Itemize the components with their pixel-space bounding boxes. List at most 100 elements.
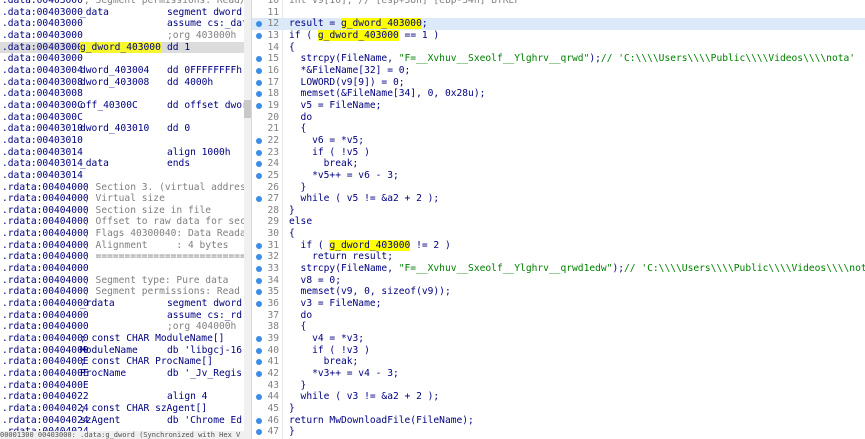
disasm-line[interactable]: .rdata:00404000; Flags 40300040: Data Re…: [0, 228, 244, 240]
pseudocode-line[interactable]: 31 if ( g_dword_403000 != 2 ): [252, 239, 865, 252]
highlighted-identifier[interactable]: g_dword_403000: [317, 29, 399, 41]
pseudocode-line[interactable]: 15 strcpy(FileName, "F=__Xvhuv__Sxeolf__…: [252, 53, 865, 65]
disasm-label[interactable]: ModuleName: [80, 345, 138, 357]
code-text[interactable]: *v5++ = v6 - 3;: [289, 170, 399, 182]
pseudocode-line[interactable]: 10 int v9[10]; // [esp+38h] [ebp-34h] BYR…: [252, 0, 865, 7]
pseudocode-line[interactable]: 34 v8 = 0;: [252, 275, 865, 287]
disasm-line[interactable]: .rdata:00404024 szAgent db 'Chrome Ed: [0, 415, 244, 427]
disasm-line[interactable]: .data:00403008 dword_403008 dd 4000h: [0, 77, 244, 89]
disasm-line[interactable]: .data:00403014 _data ends: [0, 158, 244, 170]
disasm-line[interactable]: .data:00403000; Segment permissions: Rea…: [0, 0, 244, 7]
pseudocode-line[interactable]: 40 if ( !v3 ): [252, 345, 865, 357]
code-text[interactable]: break;: [289, 356, 359, 368]
pseudocode-line[interactable]: 30 {: [252, 228, 865, 240]
code-text[interactable]: memset(v9, 0, sizeof(v9));: [289, 286, 451, 298]
code-text[interactable]: break;: [289, 158, 359, 170]
disasm-label[interactable]: off_40300C: [80, 100, 138, 112]
pseudocode-line[interactable]: 12 result = g_dword_403000;: [252, 18, 865, 30]
code-text[interactable]: if ( g_dword_403000 != 2 ): [289, 239, 451, 252]
code-text[interactable]: while ( v3 != &a2 + 2 );: [289, 391, 440, 403]
disasm-line[interactable]: .data:00403010: [0, 135, 244, 147]
disasm-line[interactable]: .data:00403004 dword_403004 dd 0FFFFFFFFh: [0, 65, 244, 77]
code-text[interactable]: result = g_dword_403000;: [289, 18, 428, 30]
code-text[interactable]: *&FileName[32] = 0;: [289, 65, 411, 77]
code-text[interactable]: v3 = FileName;: [289, 298, 382, 310]
disassembly-view[interactable]: .data:00403000; Segment permissions: Rea…: [0, 0, 244, 431]
disasm-line[interactable]: .rdata:0040400E: [0, 380, 244, 392]
pseudocode-line[interactable]: 25 *v5++ = v6 - 3;: [252, 170, 865, 182]
code-text[interactable]: LOWORD(v9[9]) = 0;: [289, 77, 405, 89]
code-text[interactable]: }: [289, 403, 295, 415]
scrollbar-thumb[interactable]: [244, 100, 251, 118]
code-text[interactable]: v6 = *v5;: [289, 135, 364, 147]
code-text[interactable]: do: [289, 112, 313, 124]
code-text[interactable]: return MwDownloadFile(FileName);: [289, 415, 474, 427]
disasm-line[interactable]: .rdata:00404000; Section size in file: [0, 205, 244, 217]
code-text[interactable]: v8 = 0;: [289, 275, 341, 287]
pseudocode-line[interactable]: 22 v6 = *v5;: [252, 135, 865, 147]
code-text[interactable]: {: [289, 42, 295, 54]
disasm-line[interactable]: .rdata:00404000 ModuleName db 'libgcj-16: [0, 345, 244, 357]
disasm-line[interactable]: .data:00403000 ;org 403000h: [0, 30, 244, 42]
pseudocode-line[interactable]: 28}: [252, 205, 865, 217]
pseudocode-line[interactable]: 19 v5 = FileName;: [252, 100, 865, 112]
disasm-line[interactable]: .data:00403008: [0, 88, 244, 100]
code-text[interactable]: v5 = FileName;: [289, 100, 382, 112]
pseudocode-line[interactable]: 44 while ( v3 != &a2 + 2 );: [252, 391, 865, 403]
disasm-line[interactable]: .rdata:00404000: [0, 263, 244, 275]
code-text[interactable]: }: [289, 380, 307, 392]
disasm-line[interactable]: .rdata:00404000; const CHAR ModuleName[]: [0, 333, 244, 345]
disasm-line[interactable]: .data:00403000: [0, 53, 244, 65]
disasm-label[interactable]: _data: [80, 158, 109, 170]
pseudocode-line[interactable]: 11: [252, 7, 865, 19]
disasm-line[interactable]: .rdata:00404000; Virtual size: [0, 193, 244, 205]
disasm-line[interactable]: .rdata:00404000 ;org 404000h: [0, 321, 244, 333]
pseudocode-line[interactable]: 20 do: [252, 112, 865, 124]
code-text[interactable]: do: [289, 310, 313, 322]
code-text[interactable]: if ( !v3 ): [289, 345, 370, 357]
highlighted-identifier[interactable]: g_dword_403000: [340, 18, 422, 30]
code-text[interactable]: {: [289, 123, 307, 135]
pseudocode-line[interactable]: 39 v4 = *v3;: [252, 333, 865, 345]
pseudocode-line[interactable]: 26 }: [252, 182, 865, 194]
disasm-comment[interactable]: ; const CHAR ProcName[]: [80, 356, 213, 368]
pseudocode-line[interactable]: 24 break;: [252, 158, 865, 170]
code-text[interactable]: int v9[10]; // [esp+38h] [ebp-34h] BYREF: [289, 0, 520, 7]
disasm-label[interactable]: g_dword_403000: [80, 41, 161, 54]
pseudocode-line[interactable]: 43 }: [252, 380, 865, 392]
code-text[interactable]: {: [289, 321, 307, 333]
disasm-line[interactable]: .rdata:00404000; Offset to raw data for …: [0, 216, 244, 228]
disasm-label[interactable]: szAgent: [80, 415, 120, 427]
disassembly-scrollbar[interactable]: [244, 0, 251, 431]
disasm-label[interactable]: dword_403010: [80, 123, 149, 135]
pseudocode-line[interactable]: 14 {: [252, 42, 865, 54]
disasm-line[interactable]: .data:00403000 g_dword_403000 dd 1: [0, 41, 244, 54]
code-text[interactable]: strcpy(FileName, "F=__Xvhuv__Sxeolf__Ylg…: [289, 263, 865, 275]
disasm-line[interactable]: .data:00403014 align 1000h: [0, 147, 244, 159]
disasm-line[interactable]: .rdata:00404000 _rdata segment dword: [0, 298, 244, 310]
pseudocode-line[interactable]: 47}: [252, 426, 865, 438]
pseudocode-line[interactable]: 29 else: [252, 216, 865, 228]
pseudocode-line[interactable]: 27 while ( v5 != &a2 + 2 );: [252, 193, 865, 205]
pseudocode-line[interactable]: 37 do: [252, 310, 865, 322]
disasm-line[interactable]: .rdata:00404000; Section 3. (virtual add…: [0, 182, 244, 194]
pseudocode-line[interactable]: 38 {: [252, 321, 865, 333]
disasm-label[interactable]: dword_403008: [80, 77, 149, 89]
pseudocode-line[interactable]: 33 strcpy(FileName, "F=__Xvhuv__Sxeolf__…: [252, 263, 865, 275]
disasm-line[interactable]: .rdata:0040400E ProcName db '_Jv_Regis: [0, 368, 244, 380]
code-text[interactable]: v4 = *v3;: [289, 333, 364, 345]
disasm-line[interactable]: .data:0040300C: [0, 112, 244, 124]
disasm-line[interactable]: .rdata:0040400E; const CHAR ProcName[]: [0, 356, 244, 368]
code-text[interactable]: }: [289, 426, 295, 438]
disasm-label[interactable]: ProcName: [80, 368, 126, 380]
disasm-line[interactable]: .data:00403014: [0, 170, 244, 182]
disasm-label[interactable]: dword_403004: [80, 65, 149, 77]
disasm-line[interactable]: .rdata:00404000 assume cs:_rd: [0, 310, 244, 322]
pseudocode-line[interactable]: 41 break;: [252, 356, 865, 368]
pseudocode-line[interactable]: 17 LOWORD(v9[9]) = 0;: [252, 77, 865, 89]
pseudocode-line[interactable]: 13 if ( g_dword_403000 == 1 ): [252, 29, 865, 42]
disasm-line[interactable]: .data:00403000 _data segment dword: [0, 7, 244, 19]
code-text[interactable]: memset(&FileName[34], 0, 0x28u);: [289, 88, 486, 100]
disasm-line[interactable]: .rdata:00404000; Alignment : 4 bytes: [0, 240, 244, 252]
disasm-line[interactable]: .rdata:00404022 align 4: [0, 391, 244, 403]
